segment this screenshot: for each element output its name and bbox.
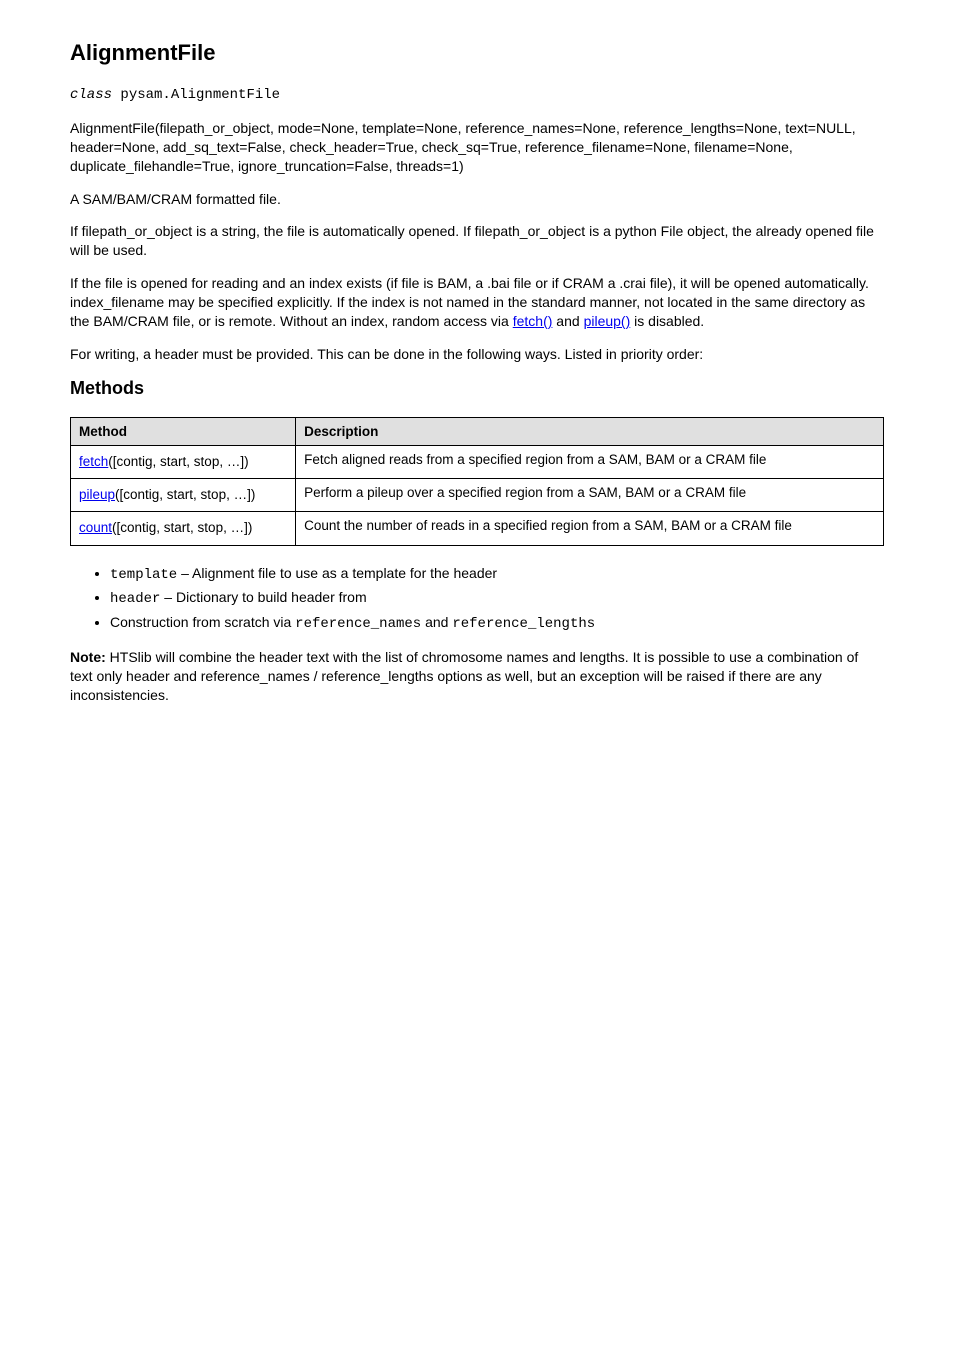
- constructor-signature: AlignmentFile(filepath_or_object, mode=N…: [70, 119, 884, 176]
- method-args: ([contig, start, stop, …]): [108, 454, 248, 469]
- header-options-list: template – Alignment file to use as a te…: [70, 564, 884, 635]
- methods-table: Method Description fetch([contig, start,…: [70, 417, 884, 546]
- page-title: AlignmentFile: [70, 40, 884, 66]
- methods-heading: Methods: [70, 378, 884, 399]
- class-definition: class pysam.AlignmentFile: [70, 84, 884, 105]
- method-link-count[interactable]: count: [79, 520, 112, 535]
- method-args: ([contig, start, stop, …]): [112, 520, 252, 535]
- class-signature: pysam.AlignmentFile: [120, 87, 280, 103]
- method-link-fetch[interactable]: fetch: [79, 454, 108, 469]
- pileup-link-inline[interactable]: pileup(): [584, 313, 631, 329]
- table-row: pileup([contig, start, stop, …]) Perform…: [71, 479, 884, 512]
- fetch-link-inline[interactable]: fetch(): [513, 313, 553, 329]
- method-description: Fetch aligned reads from a specified reg…: [296, 445, 884, 478]
- table-row: fetch([contig, start, stop, …]) Fetch al…: [71, 445, 884, 478]
- list-item: template – Alignment file to use as a te…: [110, 564, 884, 585]
- col-description: Description: [296, 417, 884, 445]
- method-description: Count the number of reads in a specified…: [296, 512, 884, 545]
- writing-header-intro: For writing, a header must be provided. …: [70, 345, 884, 364]
- method-args: ([contig, start, stop, …]): [115, 487, 255, 502]
- note-paragraph: Note: HTSlib will combine the header tex…: [70, 648, 884, 705]
- col-method: Method: [71, 417, 296, 445]
- note-body: HTSlib will combine the header text with…: [70, 649, 858, 703]
- filepath-description: If filepath_or_object is a string, the f…: [70, 222, 884, 260]
- list-item: Construction from scratch via reference_…: [110, 613, 884, 634]
- method-description: Perform a pileup over a specified region…: [296, 479, 884, 512]
- note-label: Note:: [70, 649, 106, 665]
- method-link-pileup[interactable]: pileup: [79, 487, 115, 502]
- index-description: If the file is opened for reading and an…: [70, 274, 884, 331]
- list-item: header – Dictionary to build header from: [110, 588, 884, 609]
- class-label: class: [70, 87, 112, 103]
- file-description: A SAM/BAM/CRAM formatted file.: [70, 190, 884, 209]
- table-row: count([contig, start, stop, …]) Count th…: [71, 512, 884, 545]
